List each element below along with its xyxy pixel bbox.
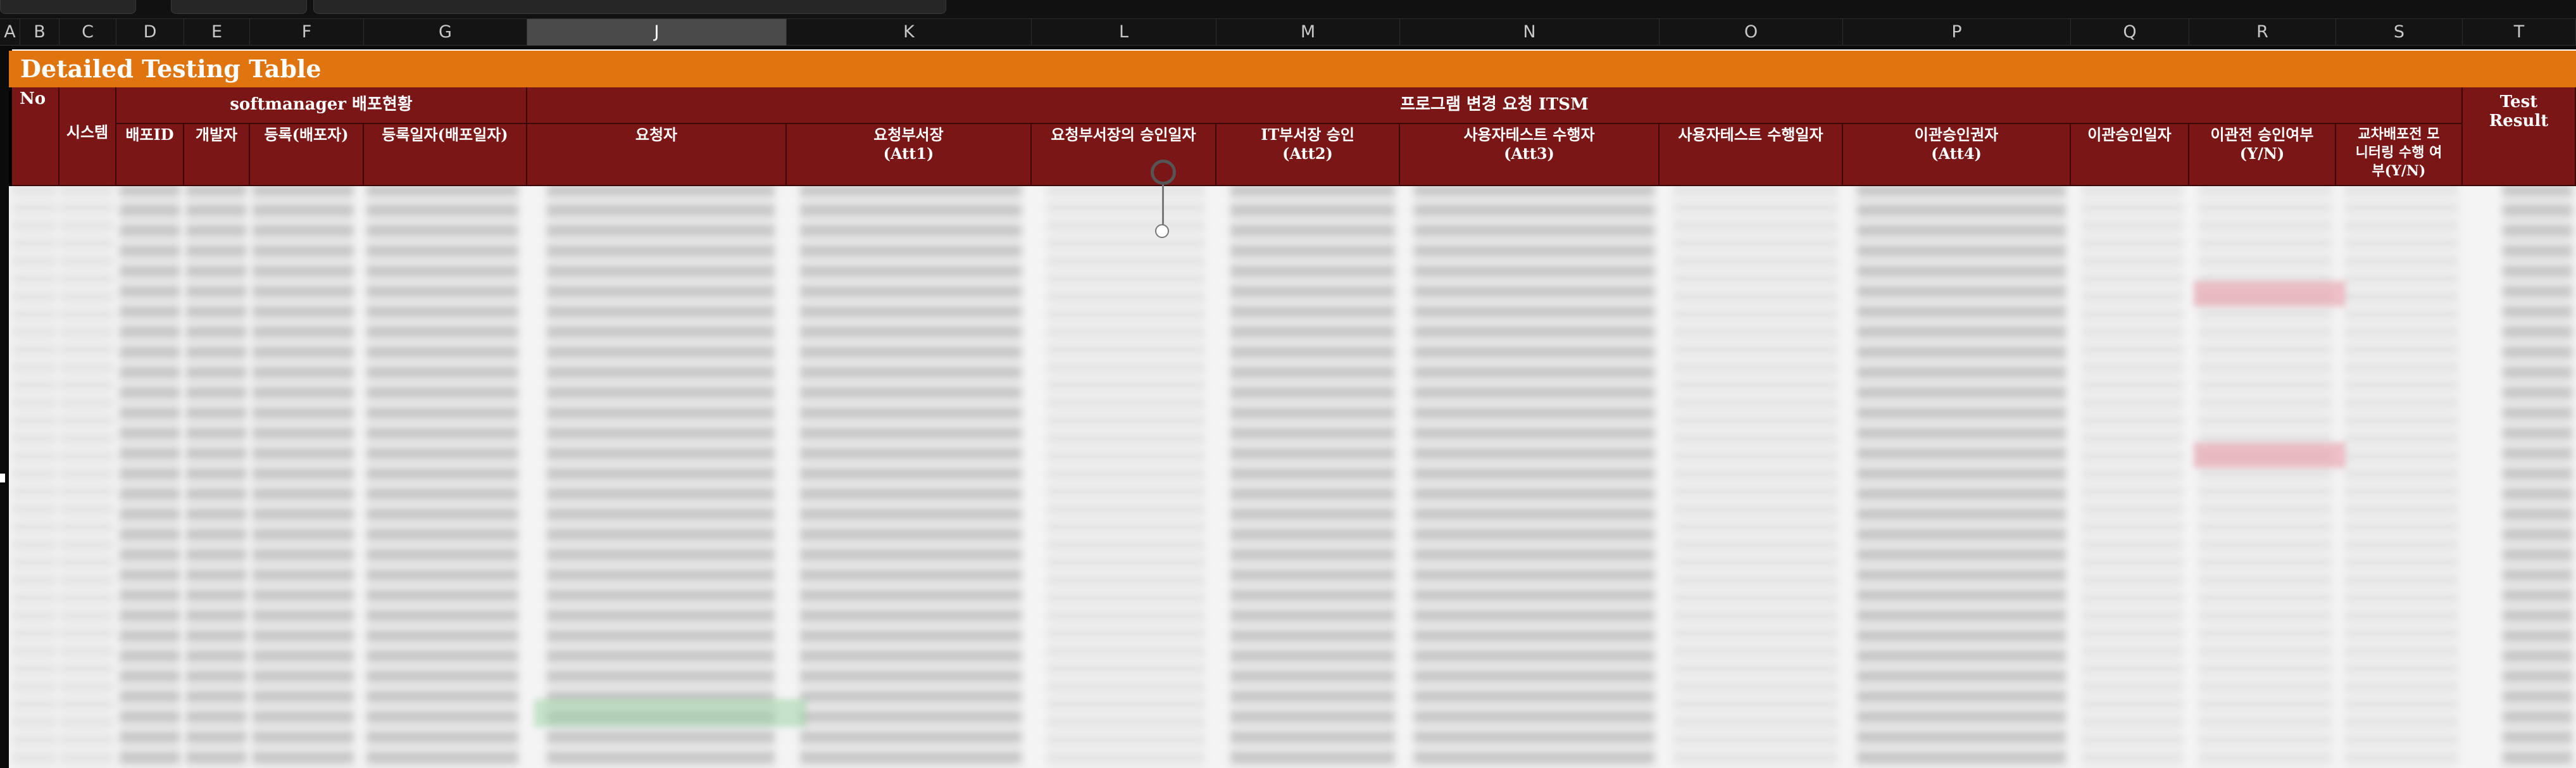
data-column bbox=[1414, 186, 1654, 768]
column-header-b[interactable]: B bbox=[20, 19, 59, 46]
header-deploy-id[interactable]: 배포ID bbox=[116, 124, 184, 186]
header-user-test-date[interactable]: 사용자테스트 수행일자 bbox=[1660, 124, 1843, 186]
data-column bbox=[800, 186, 1022, 768]
data-column bbox=[1673, 186, 1838, 768]
header-req-dept-head-date[interactable]: 요청부서장의 승인일자 bbox=[1032, 124, 1216, 186]
header-developer[interactable]: 개발자 bbox=[184, 124, 250, 186]
column-header-f[interactable]: F bbox=[250, 19, 364, 46]
table-body-blurred[interactable] bbox=[9, 186, 2576, 768]
column-header-d[interactable]: D bbox=[116, 19, 184, 46]
column-header-g[interactable]: G bbox=[364, 19, 527, 46]
column-header-l[interactable]: L bbox=[1032, 19, 1216, 46]
data-column bbox=[547, 186, 775, 768]
table-title: Detailed Testing Table bbox=[20, 54, 322, 83]
data-column bbox=[186, 186, 246, 768]
data-column bbox=[2082, 186, 2183, 768]
header-user-test-performer[interactable]: 사용자테스트 수행자 (Att3) bbox=[1400, 124, 1660, 186]
column-header-o[interactable]: O bbox=[1660, 19, 1843, 46]
handle-stem bbox=[1162, 185, 1164, 229]
data-column bbox=[1857, 186, 2066, 768]
header-registrant[interactable]: 등록(배포자) bbox=[250, 124, 364, 186]
rotate-handle-icon[interactable] bbox=[1151, 160, 1176, 185]
header-group-softmanager[interactable]: softmanager 배포현황 bbox=[116, 87, 527, 124]
data-column bbox=[1047, 186, 1205, 768]
column-header-j[interactable]: J bbox=[527, 19, 787, 46]
column-header-t[interactable]: T bbox=[2463, 19, 2576, 46]
column-header-r[interactable]: R bbox=[2189, 19, 2336, 46]
toolbar-tab[interactable] bbox=[0, 0, 136, 14]
column-header-c[interactable]: C bbox=[59, 19, 116, 46]
data-column bbox=[59, 186, 113, 768]
data-column bbox=[120, 186, 180, 768]
header-req-dept-head[interactable]: 요청부서장 (Att1) bbox=[787, 124, 1032, 186]
header-system[interactable]: 시스템 bbox=[59, 87, 116, 186]
resize-handle-icon[interactable] bbox=[1155, 224, 1169, 238]
column-header-a[interactable]: A bbox=[0, 19, 20, 46]
header-test-result[interactable]: Test Result bbox=[2463, 87, 2576, 186]
table-title-bar[interactable]: Detailed Testing Table bbox=[9, 51, 2576, 87]
header-cross-monitoring[interactable]: 교차배포전 모 니터링 수행 여 부(Y/N) bbox=[2336, 124, 2463, 186]
header-reg-date[interactable]: 등록일자(배포일자) bbox=[364, 124, 527, 186]
row-marker bbox=[0, 474, 5, 482]
toolbar-tab[interactable] bbox=[171, 0, 307, 14]
data-column bbox=[12, 186, 56, 768]
app-toolbar bbox=[0, 0, 2576, 19]
data-column bbox=[2503, 186, 2572, 768]
data-column bbox=[2199, 186, 2332, 768]
highlighted-cell[interactable] bbox=[534, 699, 806, 727]
column-header-p[interactable]: P bbox=[1843, 19, 2071, 46]
column-header-n[interactable]: N bbox=[1400, 19, 1660, 46]
column-header-row: A B C D E F G J K L M N O P Q R S T bbox=[0, 19, 2576, 46]
header-requester[interactable]: 요청자 bbox=[527, 124, 787, 186]
header-no[interactable]: No bbox=[12, 87, 59, 186]
header-transfer-approval-date[interactable]: 이관승인일자 bbox=[2071, 124, 2189, 186]
header-pre-transfer-approval[interactable]: 이관전 승인여부 (Y/N) bbox=[2189, 124, 2336, 186]
data-column bbox=[2344, 186, 2458, 768]
column-header-k[interactable]: K bbox=[787, 19, 1032, 46]
highlighted-cell[interactable] bbox=[2194, 443, 2346, 468]
column-header-q[interactable]: Q bbox=[2071, 19, 2189, 46]
header-transfer-approver[interactable]: 이관승인권자 (Att4) bbox=[1843, 124, 2071, 186]
column-header-m[interactable]: M bbox=[1216, 19, 1400, 46]
data-column bbox=[1230, 186, 1395, 768]
column-header-e[interactable]: E bbox=[184, 19, 250, 46]
highlighted-cell[interactable] bbox=[2194, 281, 2346, 306]
column-header-s[interactable]: S bbox=[2336, 19, 2463, 46]
spreadsheet-grid[interactable]: Detailed Testing Table No 시스템 softmanage… bbox=[0, 46, 2576, 768]
data-column bbox=[366, 186, 518, 768]
header-it-dept-approval[interactable]: IT부서장 승인 (Att2) bbox=[1216, 124, 1400, 186]
data-column bbox=[253, 186, 354, 768]
toolbar-tab[interactable] bbox=[313, 0, 946, 14]
header-group-itsm[interactable]: 프로그램 변경 요청 ITSM bbox=[527, 87, 2463, 124]
